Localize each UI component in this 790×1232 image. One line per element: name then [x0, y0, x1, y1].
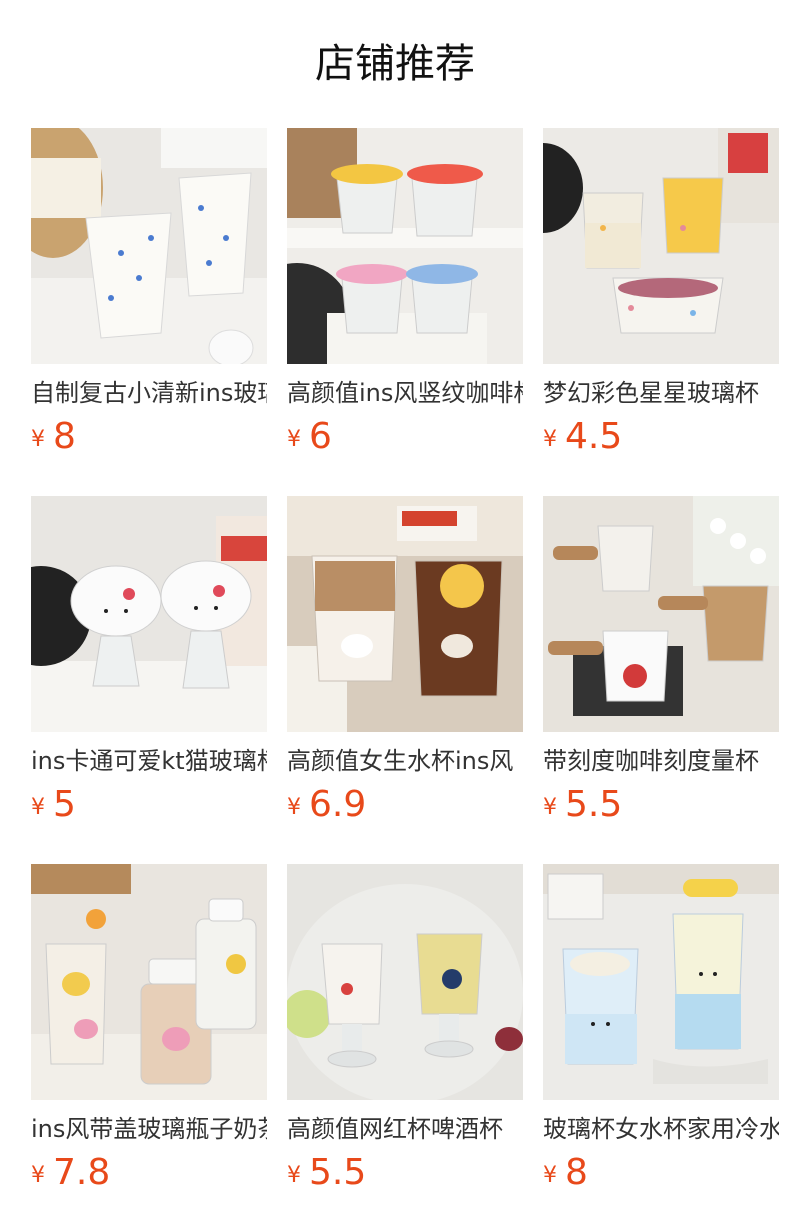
product-photo: [543, 496, 779, 732]
product-name[interactable]: 玻璃杯女水杯家用冷水杯: [543, 1114, 779, 1144]
product-photo: [287, 496, 523, 732]
product-price: ¥6.9: [287, 786, 523, 830]
product-card[interactable]: 自制复古小清新ins玻璃杯 ¥8: [31, 128, 267, 496]
product-photo: [543, 128, 779, 364]
product-price: ¥5: [31, 786, 267, 830]
product-image[interactable]: [31, 128, 267, 364]
currency-symbol: ¥: [31, 427, 45, 452]
price-value: 6: [309, 416, 332, 457]
product-price: ¥6: [287, 418, 523, 462]
price-value: 6.9: [309, 784, 367, 825]
price-value: 8: [53, 416, 76, 457]
product-image[interactable]: [31, 864, 267, 1100]
product-price: ¥4.5: [543, 418, 779, 462]
product-photo: [287, 128, 523, 364]
product-name[interactable]: 高颜值ins风竖纹咖啡杯: [287, 378, 523, 408]
product-photo: [287, 864, 523, 1100]
product-card[interactable]: 带刻度咖啡刻度量杯 ¥5.5: [543, 496, 779, 864]
product-name[interactable]: 高颜值网红杯啤酒杯: [287, 1114, 523, 1144]
product-price: ¥5.5: [543, 786, 779, 830]
currency-symbol: ¥: [543, 1163, 557, 1188]
product-grid: 自制复古小清新ins玻璃杯 ¥8: [31, 128, 779, 1232]
product-photo: [543, 864, 779, 1100]
price-value: 5.5: [565, 784, 623, 825]
currency-symbol: ¥: [287, 795, 301, 820]
product-price: ¥7.8: [31, 1154, 267, 1198]
currency-symbol: ¥: [287, 427, 301, 452]
product-photo: [31, 496, 267, 732]
currency-symbol: ¥: [543, 795, 557, 820]
product-card[interactable]: 梦幻彩色星星玻璃杯 ¥4.5: [543, 128, 779, 496]
product-card[interactable]: 高颜值网红杯啤酒杯 ¥5.5: [287, 864, 523, 1232]
currency-symbol: ¥: [543, 427, 557, 452]
product-name[interactable]: ins风带盖玻璃瓶子奶茶杯: [31, 1114, 267, 1144]
currency-symbol: ¥: [31, 795, 45, 820]
product-name[interactable]: 带刻度咖啡刻度量杯: [543, 746, 779, 776]
product-image[interactable]: [543, 864, 779, 1100]
product-price: ¥8: [31, 418, 267, 462]
price-value: 4.5: [565, 416, 623, 457]
currency-symbol: ¥: [287, 1163, 301, 1188]
product-card[interactable]: ins风带盖玻璃瓶子奶茶杯 ¥7.8: [31, 864, 267, 1232]
page-title: 店铺推荐: [315, 41, 475, 87]
price-value: 5: [53, 784, 76, 825]
product-price: ¥5.5: [287, 1154, 523, 1198]
product-image[interactable]: [543, 496, 779, 732]
product-image[interactable]: [287, 496, 523, 732]
product-photo: [31, 864, 267, 1100]
product-image[interactable]: [287, 864, 523, 1100]
price-value: 5.5: [309, 1152, 367, 1193]
product-image[interactable]: [287, 128, 523, 364]
product-price: ¥8: [543, 1154, 779, 1198]
price-value: 7.8: [53, 1152, 111, 1193]
product-card[interactable]: 高颜值ins风竖纹咖啡杯 ¥6: [287, 128, 523, 496]
product-photo: [31, 128, 267, 364]
currency-symbol: ¥: [31, 1163, 45, 1188]
product-name[interactable]: ins卡通可爱kt猫玻璃杯: [31, 746, 267, 776]
product-image[interactable]: [543, 128, 779, 364]
price-value: 8: [565, 1152, 588, 1193]
product-image[interactable]: [31, 496, 267, 732]
product-card[interactable]: 高颜值女生水杯ins风 ¥6.9: [287, 496, 523, 864]
store-recommendations-page: 店铺推荐 自制复古小清新ins玻 ¥ 8 高颜值ins风竖纹咖啡杯 ¥ 6 梦幻…: [0, 0, 790, 1232]
product-name[interactable]: 高颜值女生水杯ins风: [287, 746, 523, 776]
product-card[interactable]: 玻璃杯女水杯家用冷水杯 ¥8: [543, 864, 779, 1232]
product-name[interactable]: 自制复古小清新ins玻璃杯: [31, 378, 267, 408]
product-name[interactable]: 梦幻彩色星星玻璃杯: [543, 378, 779, 408]
product-card[interactable]: ins卡通可爱kt猫玻璃杯 ¥5: [31, 496, 267, 864]
